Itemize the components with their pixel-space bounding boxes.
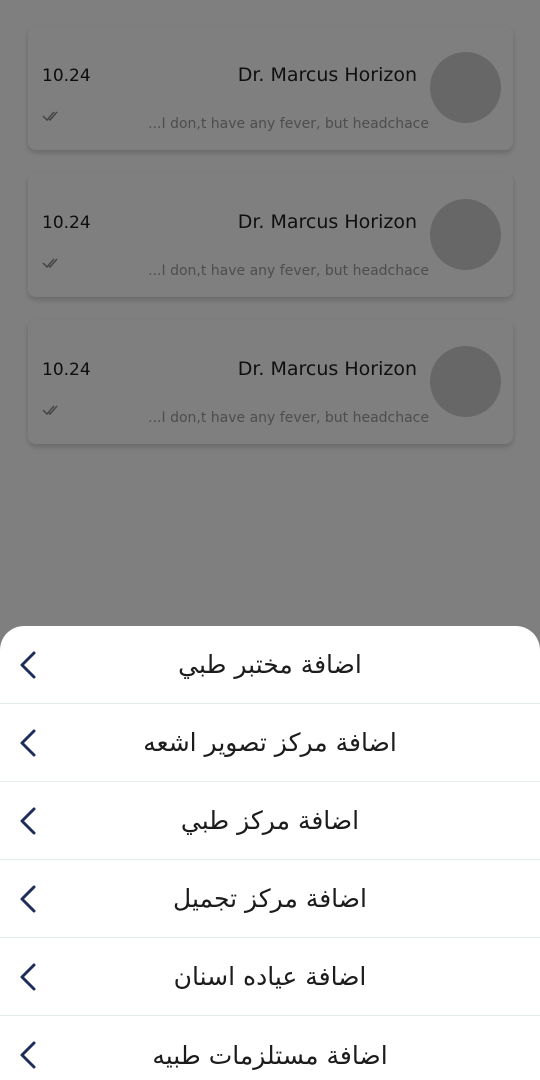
chevron-left-icon <box>20 651 36 678</box>
menu-item-label: اضافة مركز تصوير اشعه <box>143 728 397 757</box>
chevron-left-icon <box>20 807 36 834</box>
menu-item-label: اضافة مختبر طبي <box>178 650 362 679</box>
menu-item-label: اضافة مستلزمات طبيه <box>152 1040 388 1070</box>
menu-item-label: اضافة مركز طبي <box>180 806 360 835</box>
menu-item-add-medical-supplies[interactable]: اضافة مستلزمات طبيه <box>0 1016 540 1080</box>
menu-item-add-radiology-center[interactable]: اضافة مركز تصوير اشعه <box>0 704 540 782</box>
menu-item-add-medical-center[interactable]: اضافة مركز طبي <box>0 782 540 860</box>
menu-item-label: اضافة عياده اسنان <box>173 962 367 991</box>
menu-item-add-dental-clinic[interactable]: اضافة عياده اسنان <box>0 938 540 1016</box>
chevron-left-icon <box>20 729 36 756</box>
add-options-bottom-sheet: اضافة مختبر طبي اضافة مركز تصوير اشعه اض… <box>0 626 540 1080</box>
menu-item-add-medical-lab[interactable]: اضافة مختبر طبي <box>0 626 540 704</box>
chevron-left-icon <box>20 885 36 912</box>
menu-item-add-beauty-center[interactable]: اضافة مركز تجميل <box>0 860 540 938</box>
menu-item-label: اضافة مركز تجميل <box>173 884 367 913</box>
chevron-left-icon <box>20 963 36 990</box>
chevron-left-icon <box>20 1041 36 1069</box>
